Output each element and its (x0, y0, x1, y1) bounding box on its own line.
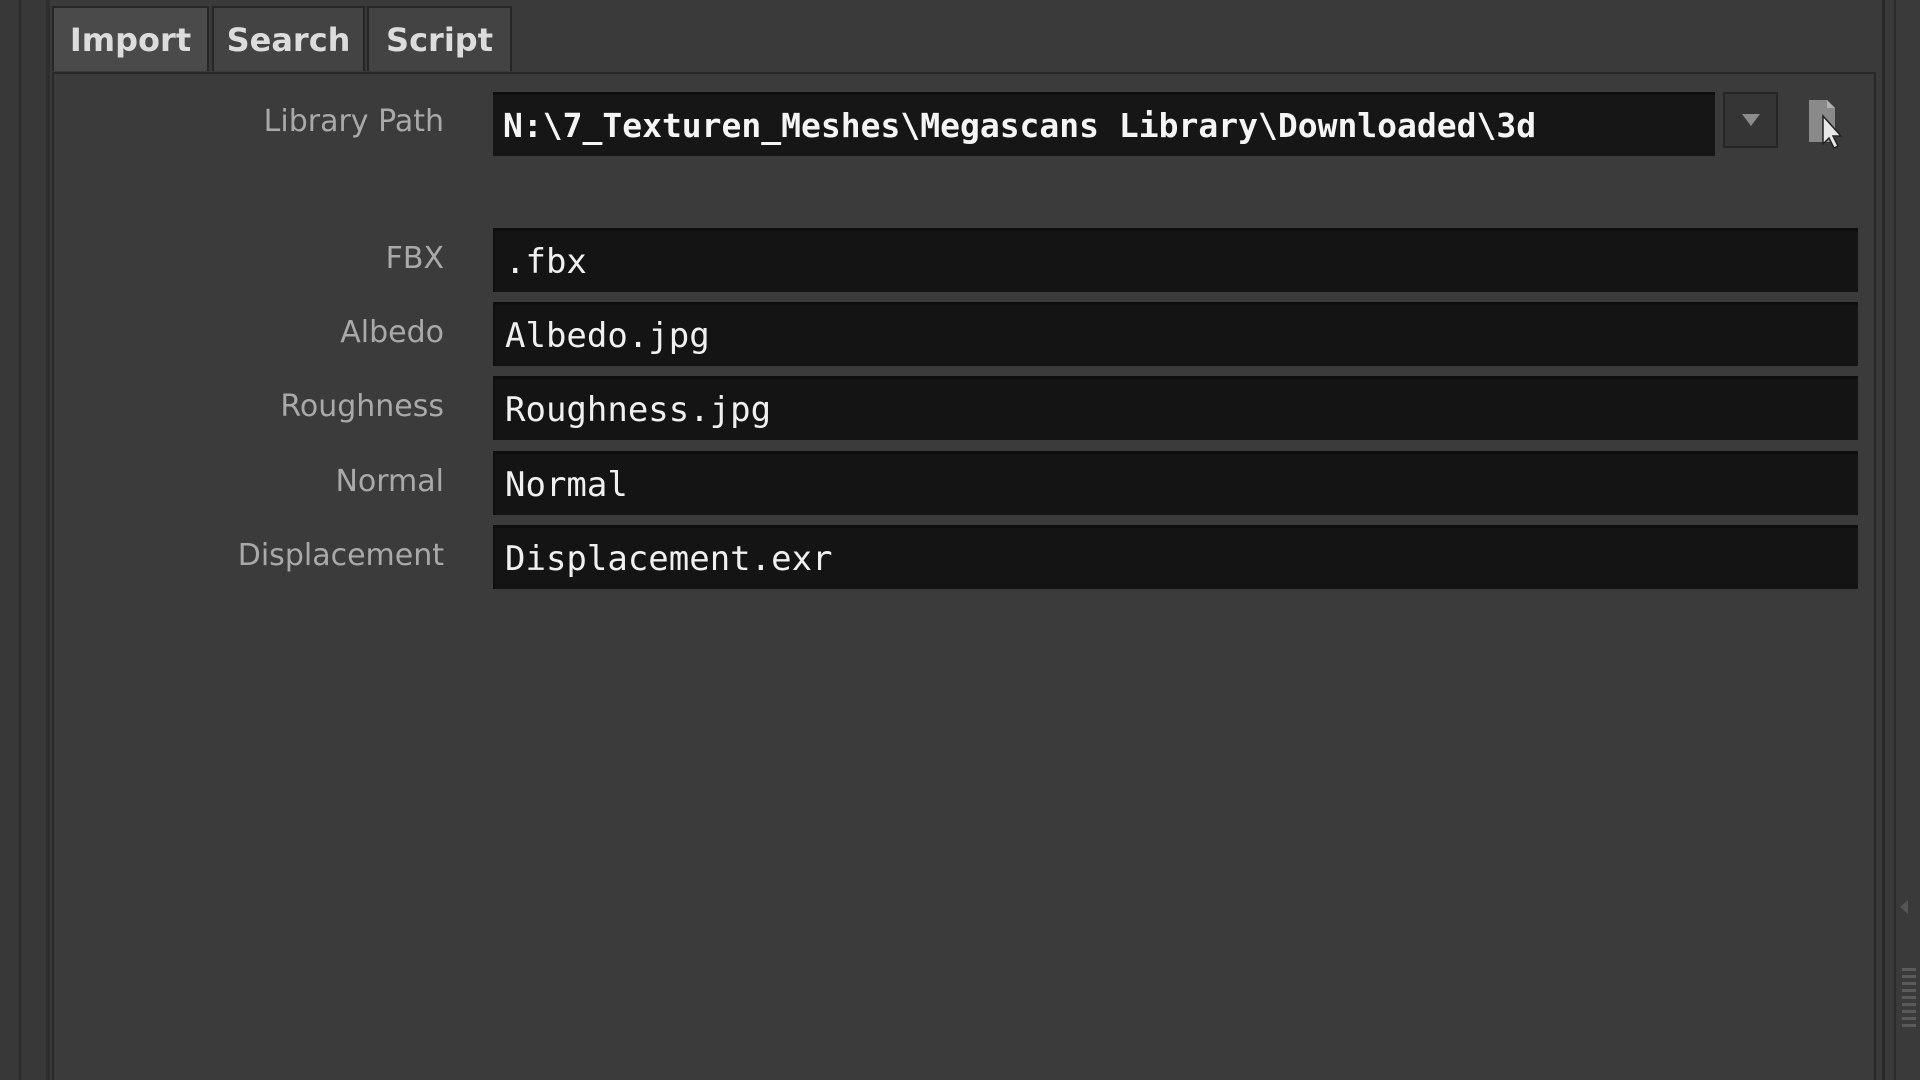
fbx-label: FBX (385, 241, 444, 276)
displacement-input[interactable]: Displacement.exr (493, 525, 1858, 589)
library-path-label: Library Path (263, 104, 444, 139)
left-dock-edge (0, 0, 50, 1080)
normal-label: Normal (335, 464, 444, 499)
tab-import[interactable]: Import (52, 6, 209, 71)
normal-input[interactable]: Normal (493, 451, 1858, 515)
divider (1882, 0, 1885, 1080)
file-chooser-button[interactable] (1805, 98, 1851, 150)
tab-script[interactable]: Script (367, 6, 512, 71)
right-dock-edge (1876, 0, 1920, 1080)
collapse-arrow-icon[interactable] (1900, 900, 1908, 914)
divider (46, 0, 50, 1080)
chevron-down-icon (1741, 114, 1760, 126)
library-path-input[interactable]: N:\7_Texturen_Meshes\Megascans Library\D… (493, 92, 1715, 156)
roughness-input[interactable]: Roughness.jpg (493, 376, 1858, 440)
displacement-label: Displacement (237, 538, 444, 573)
tab-search[interactable]: Search (212, 6, 365, 71)
resize-grip-icon[interactable] (1902, 968, 1916, 1030)
roughness-label: Roughness (280, 389, 444, 424)
tab-bar: Import Search Script (50, 0, 1880, 74)
divider (1894, 0, 1896, 1080)
library-path-dropdown-button[interactable] (1723, 92, 1778, 148)
albedo-label: Albedo (340, 315, 444, 350)
file-chooser-icon (1809, 100, 1843, 150)
divider (19, 0, 21, 1080)
fbx-input[interactable]: .fbx (493, 228, 1858, 292)
albedo-input[interactable]: Albedo.jpg (493, 302, 1858, 366)
app-window: Import Search Script Library Path N:\7_T… (0, 0, 1920, 1080)
